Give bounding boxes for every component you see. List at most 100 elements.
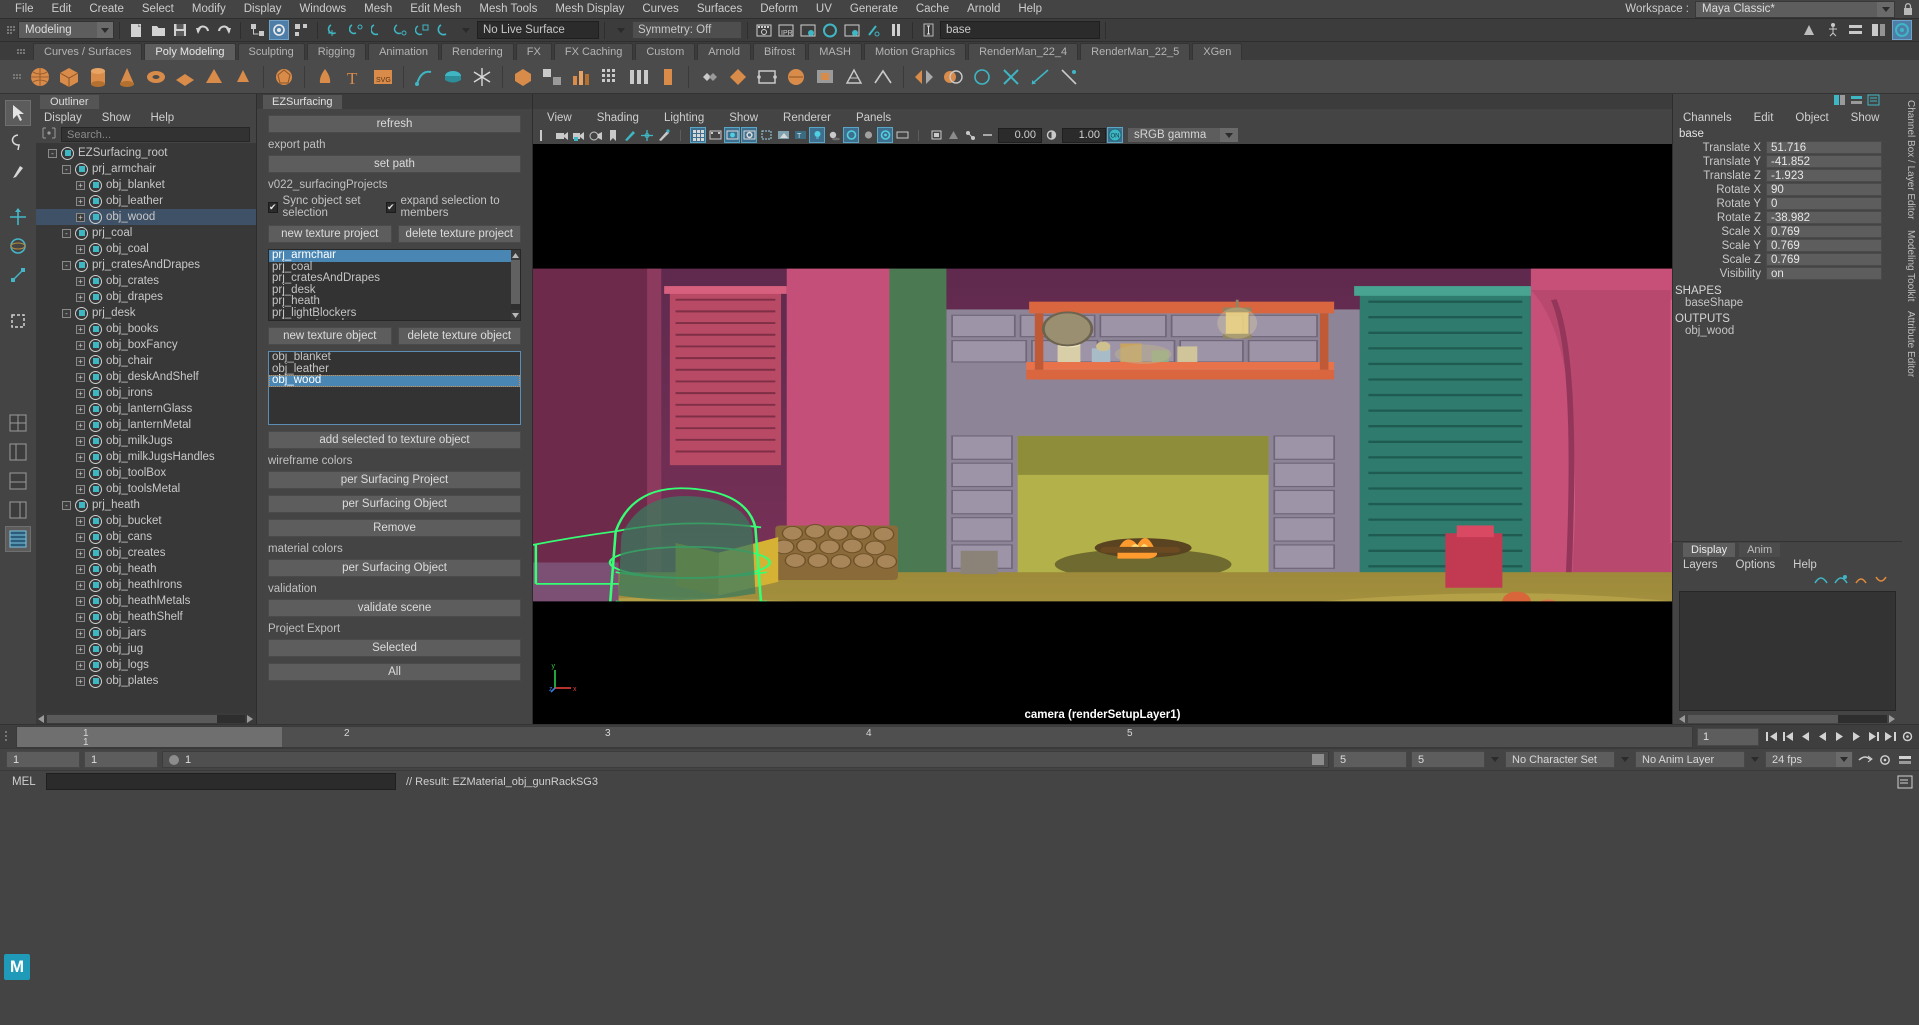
poly-snowflake-icon[interactable] [469, 64, 495, 90]
chevron-down-icon[interactable] [1619, 757, 1631, 762]
outliner-expander[interactable]: + [76, 181, 85, 190]
outliner-expander[interactable]: + [76, 597, 85, 606]
outliner-expander[interactable]: + [76, 645, 85, 654]
viewport-menu-lighting[interactable]: Lighting [664, 112, 704, 124]
viewport-canvas[interactable]: 1920 x 810 [533, 144, 1672, 724]
channel-value-field[interactable]: -41.852 [1766, 155, 1882, 168]
poly-cylinder-icon[interactable] [85, 64, 111, 90]
channel-box-icon[interactable] [1869, 20, 1889, 40]
scroll-left-icon[interactable] [36, 714, 47, 724]
material-per-surfacing-object-button[interactable]: per Surfacing Object [268, 559, 521, 577]
outliner-expander[interactable]: + [76, 549, 85, 558]
channel-box-toggle-icon[interactable] [1833, 94, 1846, 109]
outliner-item-obj_lanternGlass[interactable]: +obj_lanternGlass [36, 401, 256, 417]
script-editor-icon[interactable] [1897, 774, 1913, 790]
anim-layer-dropdown[interactable]: No Anim Layer [1635, 751, 1745, 768]
symmetry-dropdown[interactable]: Symmetry: Off [632, 21, 742, 39]
scroll-right-icon[interactable] [245, 714, 256, 724]
anim-start-field[interactable]: 1 [84, 751, 158, 768]
channel-value-field[interactable]: -1.923 [1766, 169, 1882, 182]
poly-cone-icon[interactable] [114, 64, 140, 90]
select-object-icon[interactable] [269, 20, 289, 40]
render-current-frame-icon[interactable] [754, 20, 774, 40]
poly-reduce-icon[interactable] [783, 64, 809, 90]
poly-sweep-mesh-icon[interactable] [411, 64, 437, 90]
channel-menu-edit[interactable]: Edit [1754, 112, 1774, 124]
project-list-item-prj_cratesAndDrapes[interactable]: prj_cratesAndDrapes [269, 273, 520, 285]
menu-item-uv[interactable]: UV [807, 0, 841, 18]
shelf-tab-sculpting[interactable]: Sculpting [238, 43, 305, 60]
outliner-item-obj_books[interactable]: +obj_books [36, 321, 256, 337]
delete-texture-project-button[interactable]: delete texture project [398, 225, 522, 243]
layer-menu-help[interactable]: Help [1793, 559, 1817, 571]
channel-value-field[interactable]: 0 [1766, 197, 1882, 210]
poly-plane-icon[interactable] [172, 64, 198, 90]
outliner-expander[interactable]: + [76, 325, 85, 334]
new-texture-object-button[interactable]: new texture object [268, 327, 392, 345]
poly-append-icon[interactable] [655, 64, 681, 90]
menuset-dropdown[interactable]: Modeling [18, 21, 114, 39]
isolate-select-icon[interactable] [928, 127, 944, 143]
menu-item-mesh-tools[interactable]: Mesh Tools [470, 0, 546, 18]
toolbar-grip[interactable] [7, 22, 15, 39]
camera-attributes-icon[interactable] [554, 127, 570, 143]
range-start-handle[interactable] [169, 755, 179, 765]
view-transform-toggle-icon[interactable]: ON [1107, 127, 1123, 143]
sync-object-set-checkbox[interactable]: ✔ [268, 202, 278, 213]
step-forward-frame-icon[interactable] [1848, 729, 1864, 745]
channel-menu-object[interactable]: Object [1795, 112, 1828, 124]
menu-item-mesh[interactable]: Mesh [355, 0, 401, 18]
outliner-item-prj_desk[interactable]: -prj_desk [36, 305, 256, 321]
time-slider[interactable]: 1 1 2 3 4 5 1 [0, 724, 1919, 748]
step-back-key-icon[interactable] [1780, 729, 1796, 745]
menu-item-generate[interactable]: Generate [841, 0, 907, 18]
exposure-toggle-icon[interactable] [1043, 127, 1059, 143]
outliner-item-obj_toolBox[interactable]: +obj_toolBox [36, 465, 256, 481]
playback-speed-dropdown[interactable]: 24 fps [1765, 751, 1853, 768]
poly-cut-face-icon[interactable] [1027, 64, 1053, 90]
auto-key-icon[interactable] [1857, 752, 1873, 768]
channel-value-field[interactable]: 90 [1766, 183, 1882, 196]
vtab-attribute-editor[interactable]: Attribute Editor [1905, 311, 1916, 377]
wireframe-per-surfacing-object-button[interactable]: per Surfacing Object [268, 495, 521, 513]
chevron-down-icon[interactable] [456, 20, 476, 40]
scale-tool-icon[interactable] [5, 262, 31, 288]
poly-sphere-icon[interactable] [27, 64, 53, 90]
go-to-end-icon[interactable] [1882, 729, 1898, 745]
channel-box-attribute-list[interactable]: Translate X51.716Translate Y-41.852Trans… [1673, 141, 1902, 281]
project-list-scrollbar[interactable] [511, 250, 520, 320]
chevron-down-icon[interactable] [1749, 757, 1761, 762]
channel-menu-channels[interactable]: Channels [1683, 112, 1732, 124]
resolution-gate-icon[interactable] [724, 127, 740, 143]
outliner-expander[interactable]: + [76, 533, 85, 542]
channel-value-field[interactable]: 0.769 [1766, 239, 1882, 252]
layout-persp-outliner-icon[interactable] [5, 439, 31, 465]
outliner-item-EZSurfacing_root[interactable]: -EZSurfacing_root [36, 145, 256, 161]
poly-bridge-icon[interactable] [626, 64, 652, 90]
outliner-item-prj_armchair[interactable]: -prj_armchair [36, 161, 256, 177]
channel-value-field[interactable]: on [1766, 267, 1882, 280]
range-end-handle[interactable] [1312, 754, 1324, 765]
modeling-toolkit-icon[interactable] [1800, 20, 1820, 40]
outliner-expander[interactable]: - [62, 165, 71, 174]
outliner-item-obj_deskAndShelf[interactable]: +obj_deskAndShelf [36, 369, 256, 385]
search-input[interactable]: Search... [61, 127, 250, 142]
tool-settings-icon[interactable] [1892, 20, 1912, 40]
outliner-expander[interactable]: + [76, 565, 85, 574]
layout-four-view-icon[interactable] [5, 410, 31, 436]
outliner-expander[interactable]: + [76, 373, 85, 382]
layer-horizontal-scrollbar[interactable] [1673, 713, 1902, 724]
save-scene-icon[interactable] [170, 20, 190, 40]
outliner-item-obj_lanternMetal[interactable]: +obj_lanternMetal [36, 417, 256, 433]
wireframe-remove-button[interactable]: Remove [268, 519, 521, 537]
menu-item-cache[interactable]: Cache [907, 0, 958, 18]
refresh-button[interactable]: refresh [268, 115, 521, 133]
viewport-menu-show[interactable]: Show [729, 112, 758, 124]
lock-icon[interactable] [1901, 1, 1915, 18]
outliner-item-obj_jug[interactable]: +obj_jug [36, 641, 256, 657]
outliner-item-prj_heath[interactable]: -prj_heath [36, 497, 256, 513]
attribute-editor-icon[interactable] [1846, 20, 1866, 40]
outliner-menu-display[interactable]: Display [44, 112, 82, 124]
layer-editor-toggle-icon[interactable] [1850, 94, 1863, 109]
outliner-expander[interactable]: + [76, 629, 85, 638]
